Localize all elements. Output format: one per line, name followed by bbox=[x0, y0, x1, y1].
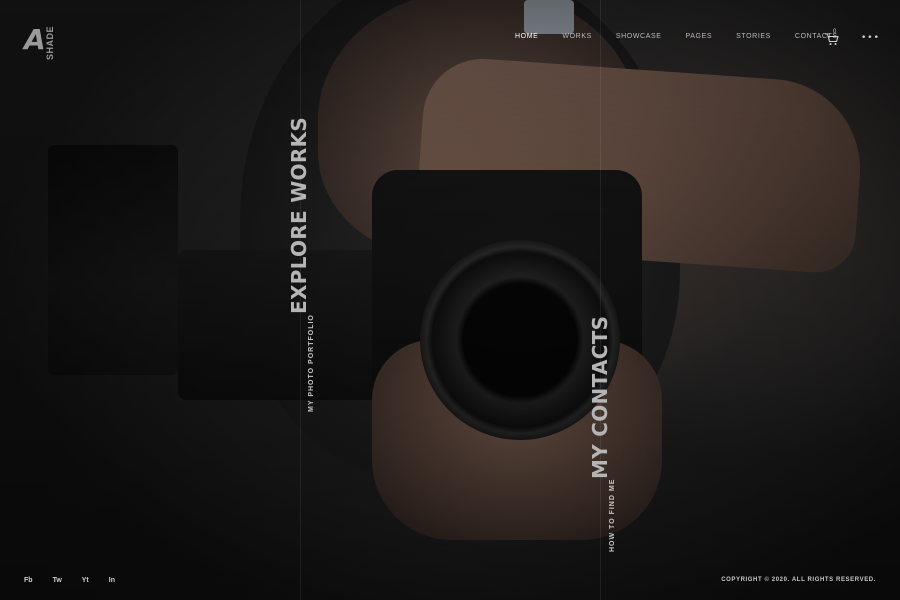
social-link-facebook[interactable]: Fb bbox=[24, 577, 33, 584]
my-contacts-panel[interactable]: HOW TO FIND ME MY CONTACTS bbox=[588, 315, 616, 552]
main-nav: HOME WORKS SHOWCASE PAGES STORIES CONTAC… bbox=[515, 33, 862, 40]
works-title: EXPLORE WORKS bbox=[287, 117, 311, 315]
social-link-youtube[interactable]: Yt bbox=[82, 577, 89, 584]
hero-photo bbox=[0, 0, 900, 600]
nav-item-stories[interactable]: STORIES bbox=[736, 33, 771, 40]
vignette bbox=[0, 0, 900, 600]
logo-mark: A bbox=[24, 23, 46, 56]
works-eyebrow: MY PHOTO PORTFOLIO bbox=[308, 314, 315, 412]
social-link-twitter[interactable]: Tw bbox=[53, 577, 62, 584]
copyright-text: COPYRIGHT © 2020. ALL RIGHTS RESERVED. bbox=[721, 577, 876, 583]
explore-works-panel[interactable]: MY PHOTO PORTFOLIO EXPLORE WORKS bbox=[287, 117, 315, 412]
social-link-linkedin[interactable]: In bbox=[109, 577, 115, 584]
contacts-title: MY CONTACTS bbox=[588, 315, 612, 479]
cart-icon[interactable] bbox=[824, 32, 840, 46]
nav-item-showcase[interactable]: SHOWCASE bbox=[616, 33, 662, 40]
page: A SHADE HOME WORKS SHOWCASE PAGES STORIE… bbox=[0, 0, 900, 600]
site-logo[interactable]: A SHADE bbox=[24, 23, 55, 61]
contacts-eyebrow: HOW TO FIND ME bbox=[609, 478, 616, 552]
nav-item-home[interactable]: HOME bbox=[515, 33, 538, 40]
more-dots-icon[interactable]: ••• bbox=[861, 34, 880, 43]
cart-count-badge: 0 bbox=[833, 29, 837, 35]
nav-item-pages[interactable]: PAGES bbox=[686, 33, 713, 40]
nav-item-works[interactable]: WORKS bbox=[562, 33, 591, 40]
social-links: Fb Tw Yt In bbox=[24, 577, 135, 584]
logo-word: SHADE bbox=[44, 26, 55, 61]
